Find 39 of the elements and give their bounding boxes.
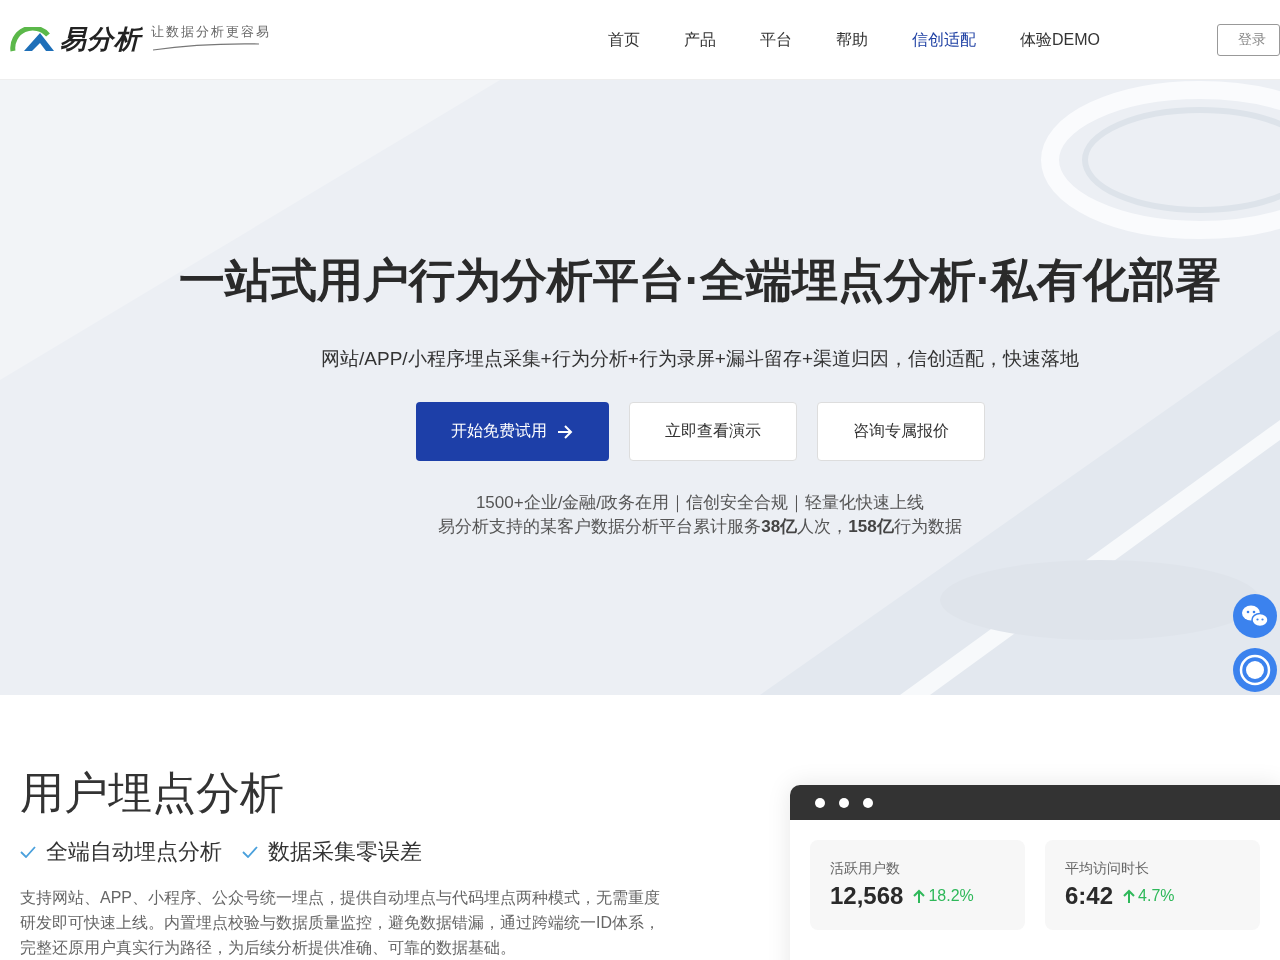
nav-link[interactable]: 信创适配 <box>890 19 998 60</box>
metric-change: 18.2% <box>928 887 974 905</box>
nav-link[interactable]: 帮助 <box>814 19 890 60</box>
feature-point: 全端自动埋点分析 <box>46 838 222 866</box>
window-dot-icon <box>839 797 849 808</box>
underline-icon <box>151 42 261 51</box>
target-icon <box>1233 648 1277 692</box>
feature-point: 数据采集零误差 <box>268 838 422 866</box>
metric-value: 6:42 <box>1065 882 1114 910</box>
side-button[interactable] <box>1233 648 1277 692</box>
window-dot-icon <box>815 797 825 808</box>
slogan: 让数据分析更容易 <box>151 22 271 41</box>
nav-link[interactable]: 体验DEMO <box>998 19 1122 60</box>
logo-text: 易分析 <box>60 23 141 56</box>
nav-link[interactable]: 产品 <box>662 19 738 60</box>
metric-label: 平均访问时长 <box>1065 860 1150 878</box>
window-dot-icon <box>863 797 873 808</box>
stats-line: 易分析支持的某客户数据分析平台累计服务38亿人次，158亿行为数据 <box>438 516 962 538</box>
hero-title: 一站式用户行为分析平台·全端埋点分析·私有化部署 <box>178 253 1222 308</box>
check-icon <box>20 846 36 858</box>
login-button[interactable]: 登录 <box>1217 23 1280 56</box>
section-title: 用户埋点分析 <box>20 767 285 819</box>
check-icon <box>242 846 258 858</box>
wechat-icon <box>1233 594 1277 638</box>
nav-link[interactable]: 首页 <box>586 19 662 60</box>
section-description: 支持网站、APP、小程序、公众号统一埋点，提供自动埋点与代码埋点两种模式，无需重度研发即可快速上线。内置埋点校验与数据质量监控，避免数据错漏，通过跨端统一ID体系，完整还原用户真实行为路径，为后续分析提供准确、可靠的数据基础。 <box>20 888 660 958</box>
nav-link[interactable]: 平台 <box>738 19 814 60</box>
action-button[interactable]: 立即查看演示 <box>628 402 797 461</box>
arrow-up-icon <box>1123 888 1136 904</box>
metric-change: 4.7% <box>1138 887 1175 905</box>
hero-subtitle: 网站/APP/小程序埋点采集+行为分析+行为录屏+漏斗留存+渠道归因，信创适配，快速落地 <box>321 347 1079 371</box>
metric-value: 12,568 <box>830 882 904 910</box>
trial-button[interactable]: 开始免费试用 <box>415 402 609 461</box>
arrow-up-icon <box>913 888 926 904</box>
arrow-right-icon <box>557 424 573 439</box>
action-button[interactable]: 咨询专属报价 <box>816 402 985 461</box>
stats-line: 1500+企业/金融/政务在用｜信创安全合规｜轻量化快速上线 <box>475 492 925 515</box>
metric-label: 活跃用户数 <box>830 860 901 878</box>
side-button[interactable] <box>1233 594 1277 638</box>
